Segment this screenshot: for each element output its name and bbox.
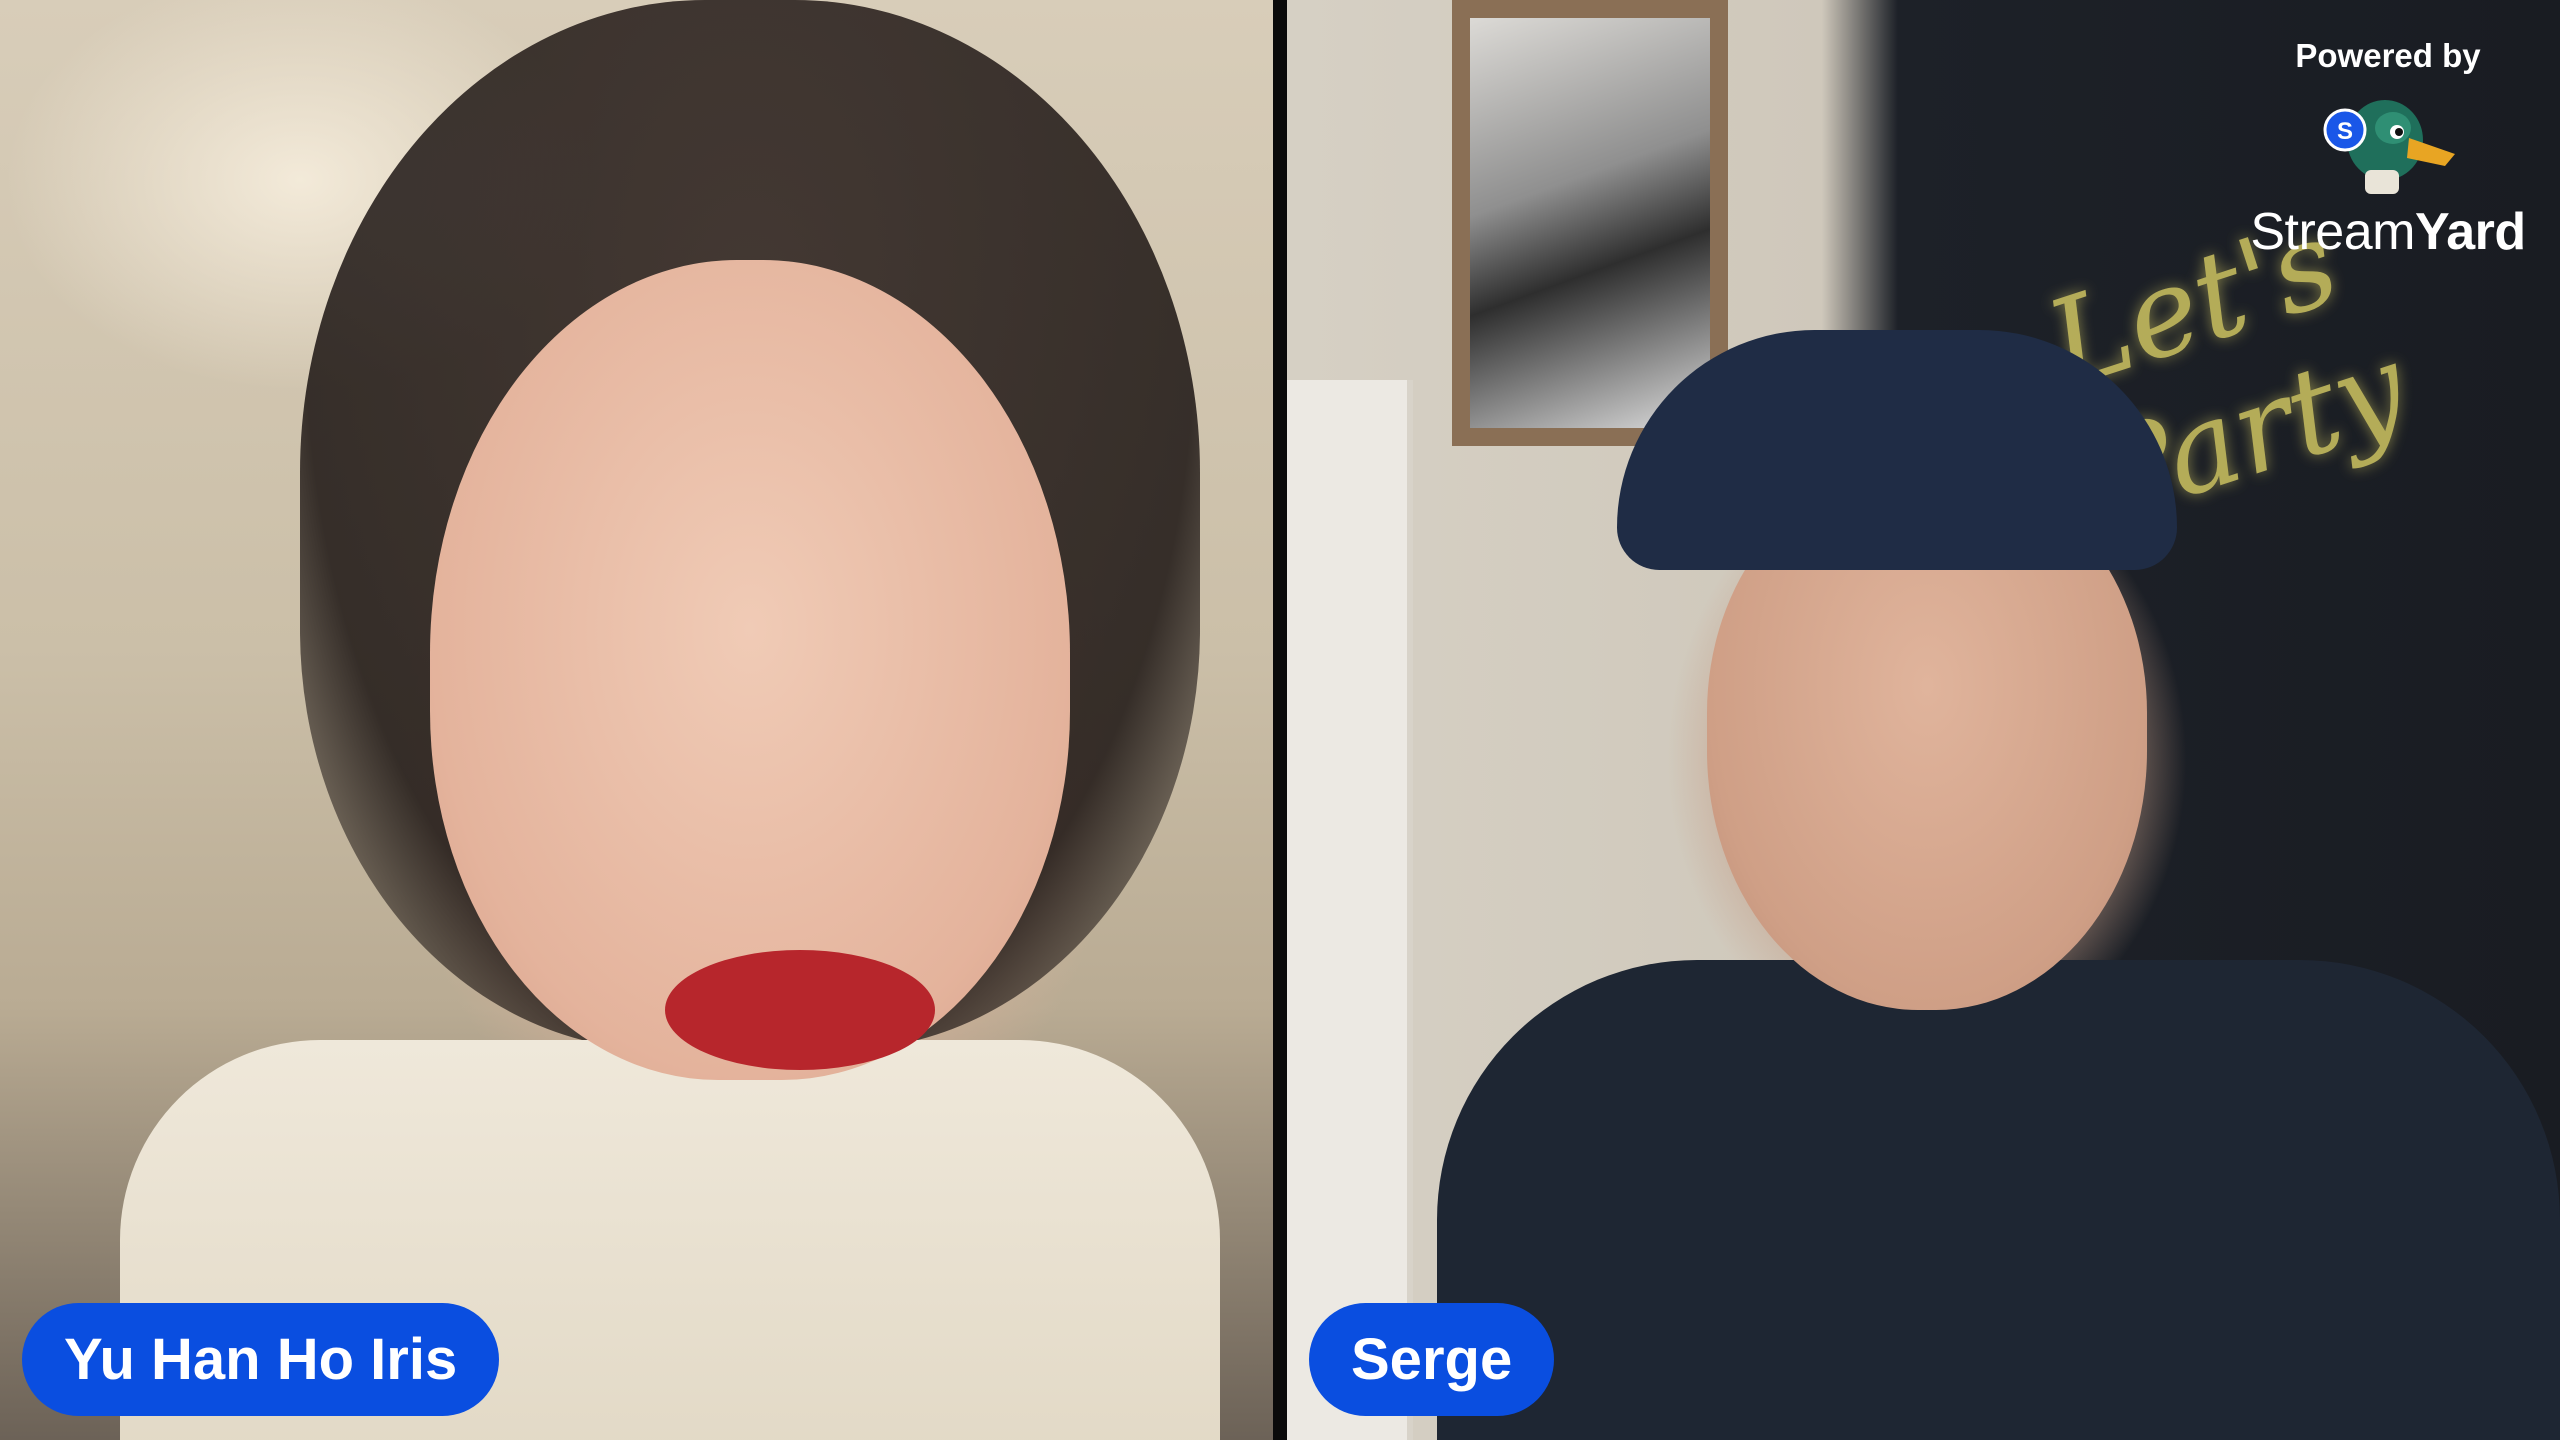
bookshelf xyxy=(1287,380,1413,1440)
video-tile-right: Let's Party Serge Powered by S StreamYar… xyxy=(1287,0,2560,1440)
wordmark-light: Stream xyxy=(2250,203,2415,261)
powered-by-label: Powered by xyxy=(2295,37,2481,74)
name-tag-right: Serge xyxy=(1309,1303,1555,1416)
name-tag-left: Yu Han Ho Iris xyxy=(22,1303,500,1416)
participant-cap xyxy=(1617,330,2177,570)
logo-badge-letter: S xyxy=(2337,118,2353,145)
streamyard-wordmark: StreamYard xyxy=(2238,200,2538,264)
tile-divider xyxy=(1273,0,1287,1440)
wordmark-bold: Yard xyxy=(2414,203,2526,261)
participant-shirt xyxy=(1437,960,2560,1440)
streamyard-duck-icon: S xyxy=(2323,100,2455,194)
stream-layout: Yu Han Ho Iris Let's Party Serge Powered… xyxy=(0,0,2560,1440)
video-tile-left: Yu Han Ho Iris xyxy=(0,0,1273,1440)
participant-lips xyxy=(665,950,935,1070)
streamyard-branding: Powered by S StreamYard xyxy=(2238,30,2538,264)
